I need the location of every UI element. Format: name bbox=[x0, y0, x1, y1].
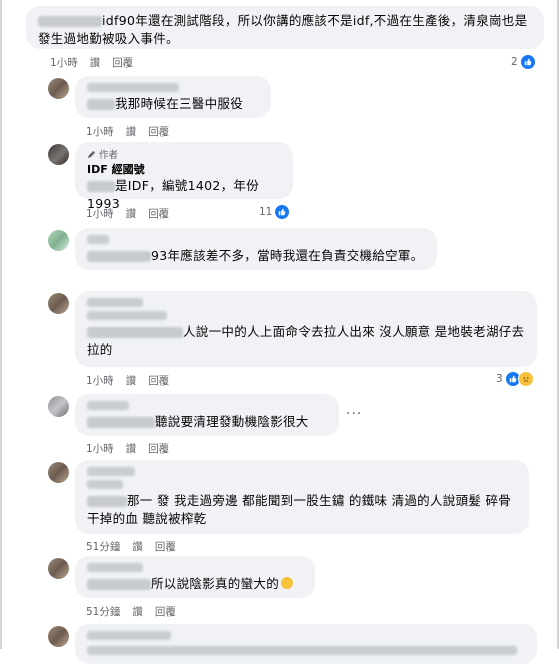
comment-bubble-4: 93年應該差不多，當時我還在負責交機給空軍。 bbox=[75, 228, 437, 270]
like-icon bbox=[519, 54, 536, 70]
comment-meta-3: 1小時 讚 回覆 bbox=[86, 206, 169, 221]
blurred-mention bbox=[87, 99, 115, 110]
like-button-7[interactable]: 讚 bbox=[132, 539, 143, 554]
comment-text-4: 93年應該差不多，當時我還在負責交機給空軍。 bbox=[87, 247, 425, 265]
comment-meta-2: 1小時 讚 回覆 bbox=[86, 124, 169, 139]
like-button-3[interactable]: 讚 bbox=[126, 206, 137, 221]
window-border-left bbox=[0, 0, 2, 649]
comment-meta-8: 51分鐘 讚 回覆 bbox=[86, 604, 176, 619]
like-button-5[interactable]: 讚 bbox=[126, 373, 137, 388]
comment-time-6[interactable]: 1小時 bbox=[86, 441, 114, 456]
reaction-count-3-value: 11 bbox=[259, 206, 273, 218]
blurred-mention bbox=[87, 327, 183, 338]
blurred-text-line bbox=[87, 646, 517, 655]
blurred-name-line bbox=[87, 480, 123, 489]
reaction-count-5-value: 3 bbox=[496, 373, 503, 385]
author-badge-label: 作者 bbox=[99, 150, 119, 161]
reply-button-2[interactable]: 回覆 bbox=[148, 124, 169, 139]
reply-button-1[interactable]: 回覆 bbox=[112, 55, 133, 70]
comment-text-7: 那一 發 我走過旁邊 都能聞到一股生鏽 的鐵味 清過的人說頭髮 碎骨 干掉的血 … bbox=[87, 492, 517, 528]
comment-time-3[interactable]: 1小時 bbox=[86, 206, 114, 221]
comment-text-2-content: 我那時候在三醫中服役 bbox=[115, 96, 244, 111]
avatar[interactable] bbox=[48, 144, 69, 165]
comment-author-name[interactable]: IDF 經國號 bbox=[87, 162, 281, 177]
comment-meta-5: 1小時 讚 回覆 bbox=[86, 373, 169, 388]
comment-bubble-6: 聽說要清理發動機陰影很大 bbox=[75, 394, 339, 436]
comment-bubble-7: 那一 發 我走過旁邊 都能聞到一股生鏽 的鐵味 清過的人說頭髮 碎骨 干掉的血 … bbox=[75, 460, 529, 534]
comment-bubble-8: 所以說陰影真的蠻大的 bbox=[75, 556, 315, 598]
reaction-count-3[interactable]: 11 bbox=[259, 204, 291, 220]
avatar[interactable] bbox=[48, 558, 69, 579]
comment-text-5: 人說一中的人上面命令去拉人出來 沒人願意 是地裝老湖仔去拉的 bbox=[87, 323, 525, 359]
comment-time-5[interactable]: 1小時 bbox=[86, 373, 114, 388]
comment-text-6: 聽說要清理發動機陰影很大 bbox=[87, 413, 327, 431]
like-button-6[interactable]: 讚 bbox=[126, 441, 137, 456]
comment-bubble-3: 作者 IDF 經國號 是IDF，編號1402，年份1993 bbox=[75, 142, 293, 211]
reply-button-5[interactable]: 回覆 bbox=[148, 373, 169, 388]
reaction-count-1-value: 2 bbox=[511, 56, 518, 68]
blurred-name bbox=[87, 401, 129, 410]
blurred-name-line bbox=[87, 311, 167, 320]
comment-text-2: 我那時候在三醫中服役 bbox=[87, 95, 259, 113]
sweat-smile-icon bbox=[281, 577, 294, 589]
avatar[interactable] bbox=[48, 293, 69, 314]
reaction-count-5[interactable]: 3 bbox=[496, 371, 534, 387]
comment-text-6-content: 聽說要清理發動機陰影很大 bbox=[155, 414, 309, 429]
comment-time-2[interactable]: 1小時 bbox=[86, 124, 114, 139]
comment-bubble-2: 我那時候在三醫中服役 bbox=[75, 76, 271, 118]
more-options-icon[interactable]: ··· bbox=[346, 406, 362, 422]
author-badge: 作者 bbox=[87, 147, 281, 161]
comment-bubble-1: idf90年還在測試階段，所以你講的應該不是idf,不過在生產後，清泉崗也是發生… bbox=[26, 6, 544, 49]
comment-text-8: 所以說陰影真的蠻大的 bbox=[87, 575, 303, 593]
comment-text-4-content: 93年應該差不多，當時我還在負責交機給空軍。 bbox=[151, 248, 424, 263]
like-button-8[interactable]: 讚 bbox=[132, 604, 143, 619]
comment-text-7-content: 那一 發 我走過旁邊 都能聞到一股生鏽 的鐵味 清過的人說頭髮 碎骨 干掉的血 … bbox=[87, 493, 512, 526]
avatar[interactable] bbox=[48, 78, 69, 99]
pencil-icon bbox=[87, 150, 96, 158]
blurred-mention bbox=[87, 251, 151, 262]
sad-icon bbox=[517, 371, 534, 387]
blurred-name bbox=[87, 467, 135, 476]
comment-text-8-content: 所以說陰影真的蠻大的 bbox=[151, 576, 280, 591]
comment-meta-1: 1小時 讚 回覆 bbox=[50, 55, 133, 70]
avatar[interactable] bbox=[48, 396, 69, 417]
like-button-2[interactable]: 讚 bbox=[126, 124, 137, 139]
reaction-count-1[interactable]: 2 bbox=[511, 54, 536, 70]
blurred-name bbox=[87, 83, 179, 92]
blurred-name bbox=[87, 631, 171, 640]
blurred-name bbox=[87, 298, 143, 307]
comment-bubble-5: 人說一中的人上面命令去拉人出來 沒人願意 是地裝老湖仔去拉的 bbox=[75, 291, 537, 367]
blurred-mention bbox=[87, 496, 127, 507]
like-button-1[interactable]: 讚 bbox=[90, 55, 101, 70]
comment-time-1[interactable]: 1小時 bbox=[50, 55, 78, 70]
blurred-mention bbox=[87, 417, 155, 428]
comment-text-1: idf90年還在測試階段，所以你講的應該不是idf,不過在生產後，清泉崗也是發生… bbox=[38, 12, 532, 48]
comment-time-7[interactable]: 51分鐘 bbox=[86, 539, 120, 554]
blurred-mention bbox=[87, 579, 151, 590]
comment-bubble-9 bbox=[75, 624, 537, 664]
avatar[interactable] bbox=[48, 626, 69, 647]
like-icon bbox=[274, 204, 291, 220]
reply-button-8[interactable]: 回覆 bbox=[155, 604, 176, 619]
blurred-mention bbox=[87, 181, 115, 192]
avatar[interactable] bbox=[48, 230, 69, 251]
blurred-name bbox=[87, 563, 143, 572]
avatar[interactable] bbox=[48, 462, 69, 483]
reply-button-6[interactable]: 回覆 bbox=[148, 441, 169, 456]
comment-meta-6: 1小時 讚 回覆 bbox=[86, 441, 169, 456]
reply-button-3[interactable]: 回覆 bbox=[148, 206, 169, 221]
comment-text-1-content: idf90年還在測試階段，所以你講的應該不是idf,不過在生產後，清泉崗也是發生… bbox=[38, 13, 528, 46]
blurred-name bbox=[87, 235, 109, 244]
comment-meta-7: 51分鐘 讚 回覆 bbox=[86, 539, 176, 554]
comment-time-8[interactable]: 51分鐘 bbox=[86, 604, 120, 619]
reply-button-7[interactable]: 回覆 bbox=[155, 539, 176, 554]
blurred-name bbox=[38, 16, 102, 27]
